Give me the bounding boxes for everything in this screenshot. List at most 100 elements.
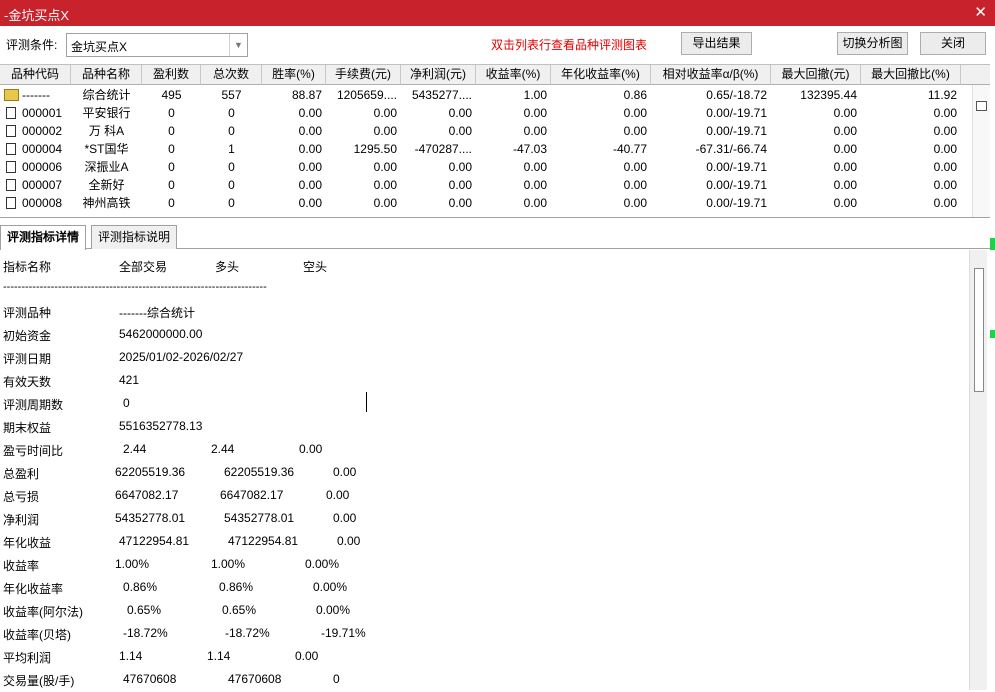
- table-row[interactable]: ------- 综合统计 495 557 88.87 1205659.... 5…: [0, 86, 968, 104]
- cell-dd: 0.00: [833, 124, 857, 138]
- document-icon: [6, 143, 16, 155]
- detail-panel[interactable]: 指标名称 全部交易 多头 空头 ------------------------…: [0, 250, 990, 692]
- cell-dd: 132395.44: [800, 88, 857, 102]
- detail-label: 期末权益: [3, 421, 52, 435]
- col-header[interactable]: 相对收益率α/β(%): [651, 65, 771, 85]
- detail-short: 0.00: [295, 649, 319, 663]
- cell-code: -------: [22, 88, 50, 102]
- table-row[interactable]: 000001 平安银行 0 0 0.00 0.00 0.00 0.00 0.00…: [0, 104, 968, 122]
- detail-all: 54352778.01: [115, 511, 186, 525]
- col-header[interactable]: 最大回撤比(%): [861, 65, 961, 85]
- col-header[interactable]: 最大回撤(元): [771, 65, 861, 85]
- condition-select[interactable]: 金坑买点X ▼: [66, 33, 248, 57]
- cell-total: 0: [228, 106, 235, 120]
- col-header[interactable]: 手续费(元): [326, 65, 401, 85]
- col-header[interactable]: 总次数: [201, 65, 262, 85]
- detail-all: 1.00%: [115, 557, 150, 571]
- green-marker: [990, 330, 995, 338]
- detail-all: 0.86%: [123, 580, 158, 594]
- document-icon: [6, 197, 16, 209]
- cell-net: -470287....: [414, 142, 472, 156]
- col-header[interactable]: 年化收益率(%): [551, 65, 651, 85]
- cell-ab: 0.00/-19.71: [706, 124, 767, 138]
- detail-all: 2.44: [123, 442, 147, 456]
- detail-short: -19.71%: [321, 626, 366, 640]
- detail-scrollbar[interactable]: [969, 250, 987, 690]
- cell-code: 000004: [22, 142, 63, 156]
- cell-dd: 0.00: [833, 142, 857, 156]
- detail-label: 收益率: [3, 559, 40, 573]
- cell-name: 综合统计: [82, 88, 131, 102]
- cell-win: 0: [168, 106, 175, 120]
- close-icon[interactable]: ✕: [974, 3, 987, 21]
- document-icon: [6, 107, 16, 119]
- detail-short: 0.00: [326, 488, 350, 502]
- cell-total: 557: [221, 88, 242, 102]
- col-header[interactable]: 品种名称: [71, 65, 142, 85]
- cell-fee: 0.00: [373, 196, 397, 210]
- cell-ab: 0.65/-18.72: [706, 88, 767, 102]
- cell-annual: 0.00: [623, 160, 647, 174]
- cell-ab: 0.00/-19.71: [706, 106, 767, 120]
- col-header[interactable]: 盈利数: [142, 65, 201, 85]
- table-row[interactable]: 000008 神州高铁 0 0 0.00 0.00 0.00 0.00 0.00…: [0, 194, 968, 212]
- cell-code: 000002: [22, 124, 63, 138]
- table-row[interactable]: 000002 万 科A 0 0 0.00 0.00 0.00 0.00 0.00…: [0, 122, 968, 140]
- cell-name: 全新好: [88, 178, 125, 192]
- results-table[interactable]: 品种代码 品种名称 盈利数 总次数 胜率(%) 手续费(元) 净利润(元) 收益…: [0, 64, 990, 218]
- detail-short: 0.00: [299, 442, 323, 456]
- detail-header-name: 指标名称: [3, 260, 52, 274]
- col-header[interactable]: 净利润(元): [401, 65, 476, 85]
- green-marker: [990, 238, 995, 250]
- cell-total: 0: [228, 160, 235, 174]
- cell-rate: 0.00: [298, 178, 322, 192]
- detail-all: 421: [119, 373, 140, 387]
- detail-all: 0: [123, 396, 130, 410]
- cell-win: 0: [168, 178, 175, 192]
- table-row[interactable]: 000007 全新好 0 0 0.00 0.00 0.00 0.00 0.00 …: [0, 176, 968, 194]
- cell-ddr: 0.00: [933, 124, 957, 138]
- scrollbar-thumb[interactable]: [974, 268, 984, 392]
- detail-header-long: 多头: [215, 260, 240, 274]
- cell-total: 1: [228, 142, 235, 156]
- detail-all: 47122954.81: [119, 534, 190, 548]
- export-button[interactable]: 导出结果: [681, 32, 752, 55]
- detail-header-all: 全部交易: [119, 260, 168, 274]
- cell-fee: 0.00: [373, 160, 397, 174]
- cell-ab: 0.00/-19.71: [706, 196, 767, 210]
- cell-total: 0: [228, 196, 235, 210]
- table-scrollbar[interactable]: [972, 85, 990, 217]
- detail-short: 0: [333, 672, 340, 686]
- col-header[interactable]: 收益率(%): [476, 65, 551, 85]
- detail-label: 评测品种: [3, 306, 52, 320]
- cell-ddr: 0.00: [933, 160, 957, 174]
- detail-long: 1.14: [207, 649, 231, 663]
- tab-metric-explanation[interactable]: 评测指标说明: [91, 225, 178, 249]
- cell-ab: 0.00/-19.71: [706, 160, 767, 174]
- detail-short: 0.00%: [305, 557, 340, 571]
- hint-text: 双击列表行查看品种评测图表: [491, 38, 648, 52]
- close-button[interactable]: 关闭: [920, 32, 986, 55]
- detail-all: 2025/01/02-2026/02/27: [119, 350, 244, 364]
- detail-long: 62205519.36: [224, 465, 295, 479]
- cell-annual: 0.00: [623, 106, 647, 120]
- table-row[interactable]: 000004 *ST国华 0 1 0.00 1295.50 -470287...…: [0, 140, 968, 158]
- cell-code: 000007: [22, 178, 63, 192]
- switch-chart-button[interactable]: 切换分析图: [837, 32, 908, 55]
- cell-code: 000001: [22, 106, 63, 120]
- table-row[interactable]: 000006 深振业A 0 0 0.00 0.00 0.00 0.00 0.00…: [0, 158, 968, 176]
- detail-header-short: 空头: [303, 260, 328, 274]
- cell-name: 万 科A: [88, 124, 125, 138]
- col-header[interactable]: 胜率(%): [262, 65, 326, 85]
- cell-win: 495: [161, 88, 182, 102]
- cell-dd: 0.00: [833, 106, 857, 120]
- scroll-box-icon[interactable]: [976, 101, 987, 111]
- cell-rate: 0.00: [298, 124, 322, 138]
- cell-ret: 0.00: [523, 196, 547, 210]
- tab-metric-details[interactable]: 评测指标详情: [0, 225, 87, 250]
- col-header[interactable]: 品种代码: [0, 65, 71, 85]
- chevron-down-icon[interactable]: ▼: [229, 34, 247, 56]
- detail-short: 0.00: [333, 465, 357, 479]
- cell-ddr: 11.92: [927, 88, 957, 102]
- cell-ab: -67.31/-66.74: [695, 142, 767, 156]
